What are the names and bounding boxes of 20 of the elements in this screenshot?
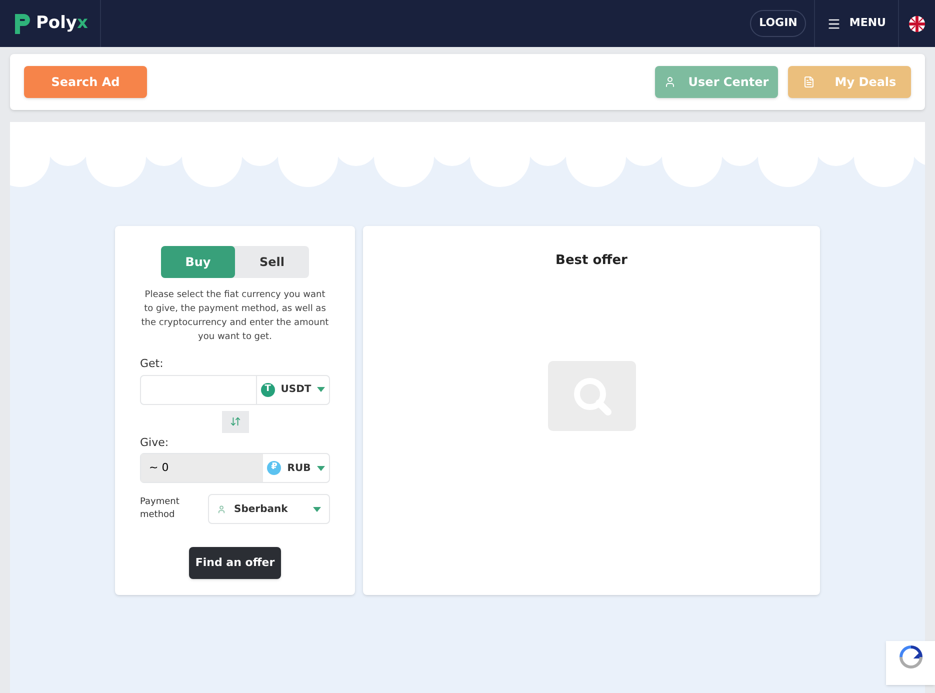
instructions-text: Please select the fiat currency you want to give, the payment method, as well as the cryptocurrency and enter the amount you want to get.: [140, 289, 330, 344]
find-offer-button[interactable]: Find an offer: [189, 547, 281, 579]
get-label: Get:: [140, 356, 164, 372]
menu-icon[interactable]: [827, 16, 842, 30]
menu-button[interactable]: MENU: [849, 15, 886, 32]
swap-button[interactable]: [222, 410, 248, 432]
give-label: Give:: [140, 434, 169, 450]
login-button[interactable]: LOGIN: [750, 10, 806, 37]
trade-tab[interactable]: Sell: [235, 246, 309, 278]
document-icon: [802, 76, 815, 88]
uk-flag-icon[interactable]: [909, 16, 925, 32]
recaptcha-icon: [898, 645, 922, 669]
payment-method-select[interactable]: Sberbank: [208, 494, 330, 524]
person-icon: [217, 504, 226, 514]
best-offer-title: Best offer: [556, 252, 628, 270]
payment-method-label: Payment method: [140, 496, 180, 522]
logo-text: Polyx: [36, 12, 88, 35]
swap-arrows-icon: [230, 416, 240, 427]
caret-icon: [313, 506, 321, 512]
user-icon: [664, 76, 676, 88]
